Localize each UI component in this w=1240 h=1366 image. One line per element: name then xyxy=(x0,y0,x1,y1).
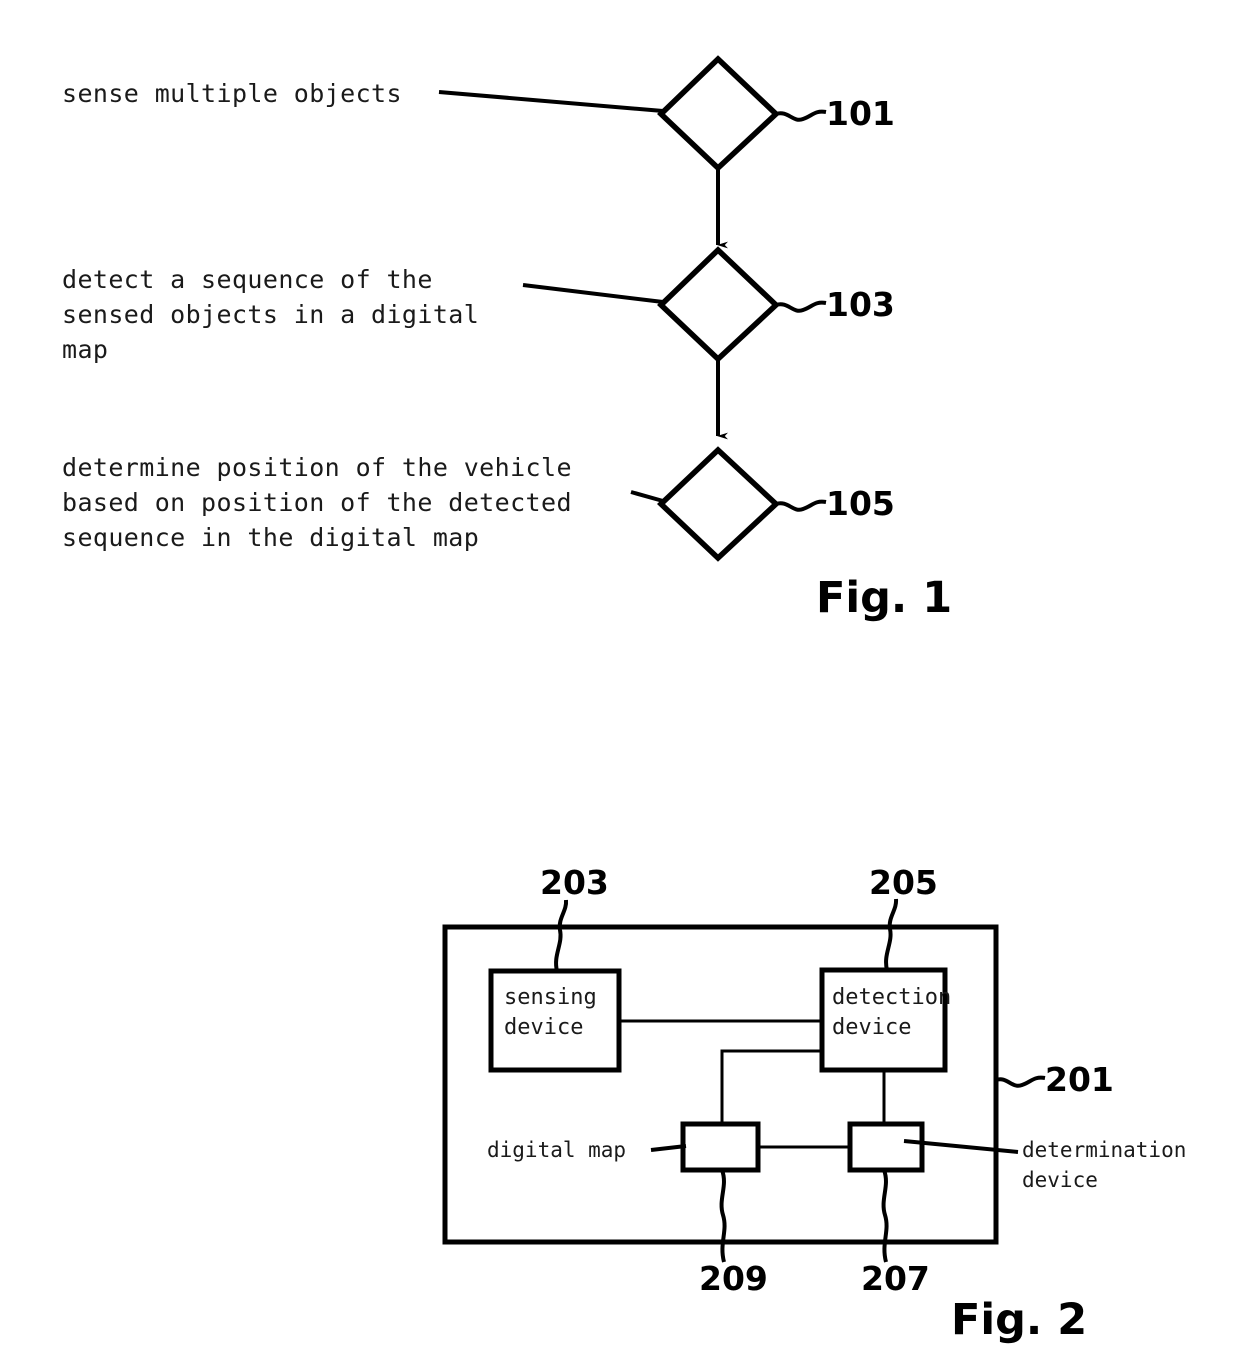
fig1-step-103-text-line3: map xyxy=(62,335,109,364)
fig1-step-105-text-line1: determine position of the vehicle xyxy=(62,453,572,482)
fig1-node-101 xyxy=(438,55,827,249)
fig1-node-103 xyxy=(522,246,827,440)
fig2-determination-device-label-line2: device xyxy=(1022,1168,1098,1192)
fig1-step-101-text: sense multiple objects xyxy=(62,79,402,108)
fig1-node-105 xyxy=(630,446,827,562)
fig2-ref-203: 203 xyxy=(540,863,609,902)
fig2-block-205-label-line2: device xyxy=(832,1015,912,1040)
fig2-digital-map-label: digital map xyxy=(487,1138,627,1162)
fig1-ref-101: 101 xyxy=(826,94,895,133)
fig2-block-205-label-line1: detection xyxy=(832,985,952,1010)
fig2-ref-207: 207 xyxy=(861,1259,930,1298)
drawing-sheet: sense multiple objects detect a sequence… xyxy=(0,0,1240,1366)
fig1-step-103-text-line1: detect a sequence of the xyxy=(62,265,433,294)
fig2-block-203-label-line1: sensing xyxy=(504,985,597,1010)
fig2-enclosure-201 xyxy=(442,924,1046,1245)
fig1-ref-103: 103 xyxy=(826,285,895,324)
fig2-determination-device-label-line1: determination xyxy=(1022,1138,1187,1162)
fig1-step-105-text-line3: sequence in the digital map xyxy=(62,523,480,552)
fig1-step-103-text-line2: sensed objects in a digital xyxy=(62,300,480,329)
fig2-ref-201: 201 xyxy=(1045,1060,1114,1099)
fig2-block-203-label-line2: device xyxy=(504,1015,584,1040)
fig2-ref-209: 209 xyxy=(699,1259,768,1298)
fig1-ref-105: 105 xyxy=(826,484,895,523)
fig2-ref-205: 205 xyxy=(869,863,938,902)
fig1-caption: Fig. 1 xyxy=(816,573,953,623)
fig2-link-205-209 xyxy=(720,1049,822,1124)
fig2-caption: Fig. 2 xyxy=(951,1295,1088,1345)
fig1-step-105-text-line2: based on position of the detected xyxy=(62,488,572,517)
